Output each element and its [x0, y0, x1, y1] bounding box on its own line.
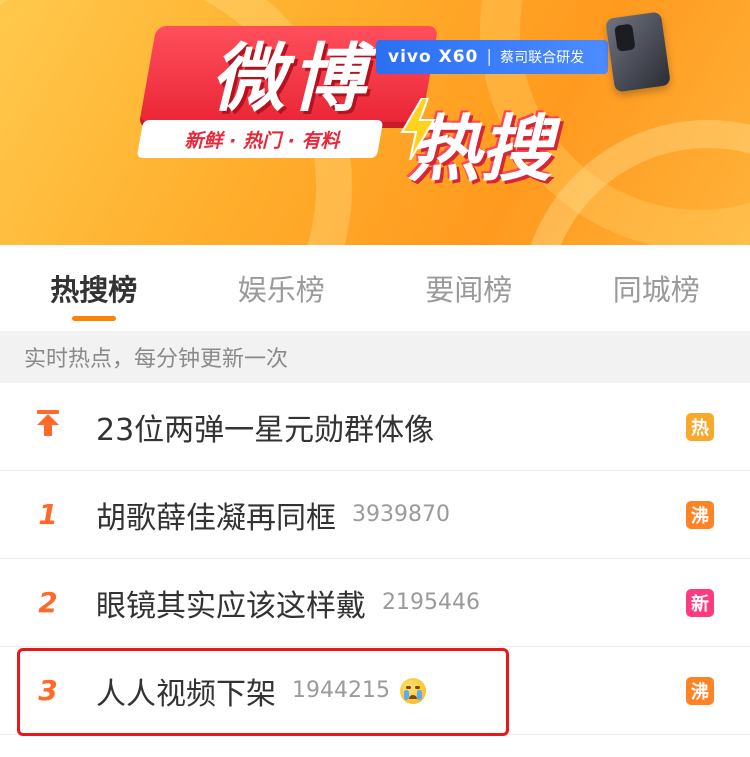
phone-icon [605, 11, 671, 93]
tab-label: 娱乐榜 [237, 273, 325, 307]
refresh-info-bar: 实时热点，每分钟更新一次 [0, 331, 750, 383]
hot-search-banner: 微博 新鲜 · 热门 · 有料 热搜 vivo X60 | 蔡司联合研发 [0, 0, 750, 245]
refresh-info-text: 实时热点，每分钟更新一次 [24, 347, 289, 372]
item-title: 胡歌薛佳凝再同框 [96, 500, 336, 536]
sponsor-collab-text: 蔡司联合研发 [500, 50, 585, 66]
item-count: 2195446 [382, 590, 480, 615]
lightning-icon [400, 98, 436, 160]
active-tab-indicator [71, 316, 116, 321]
list-item[interactable]: 23位两弹一星元勋群体像 热 [0, 383, 750, 471]
tab-news[interactable]: 要闻榜 [375, 245, 563, 331]
item-count: 3939870 [352, 502, 450, 527]
hot-search-list: 23位两弹一星元勋群体像 热 1 胡歌薛佳凝再同框 3939870 沸 2 眼镜… [0, 383, 750, 735]
boiling-badge: 沸 [686, 500, 714, 529]
sponsor-banner[interactable]: vivo X60 | 蔡司联合研发 [376, 40, 608, 74]
sponsor-brand: vivo X60 [388, 47, 479, 67]
list-item[interactable]: 3 人人视频下架 1944215 沸 [0, 647, 750, 735]
hot-badge: 热 [686, 412, 714, 441]
slogan-text: 新鲜 · 热门 · 有料 [184, 129, 340, 152]
rank-number: 3 [38, 674, 58, 707]
tab-local[interactable]: 同城榜 [563, 245, 750, 331]
sponsor-separator: | [486, 47, 493, 67]
item-title: 眼镜其实应该这样戴 [96, 588, 366, 624]
rank-number: 2 [38, 586, 58, 619]
hot-search-title: 热搜 [407, 106, 552, 191]
pinned-rank [0, 409, 96, 444]
tab-label: 要闻榜 [425, 273, 513, 307]
list-item[interactable]: 1 胡歌薛佳凝再同框 3939870 沸 [0, 471, 750, 559]
pin-icon [37, 410, 59, 436]
ranking-tabs: 热搜榜 娱乐榜 要闻榜 同城榜 [0, 245, 750, 332]
tab-hot-search[interactable]: 热搜榜 [0, 245, 188, 331]
item-title: 人人视频下架 [96, 676, 276, 712]
boiling-badge: 沸 [686, 676, 714, 705]
item-title: 23位两弹一星元勋群体像 [96, 412, 435, 448]
new-badge: 新 [686, 588, 714, 617]
tab-entertainment[interactable]: 娱乐榜 [188, 245, 376, 331]
list-item[interactable]: 2 眼镜其实应该这样戴 2195446 新 [0, 559, 750, 647]
tab-label: 同城榜 [612, 273, 700, 307]
rank-number: 1 [38, 498, 58, 531]
item-count: 1944215 [292, 678, 390, 703]
tab-label: 热搜榜 [50, 273, 138, 307]
crying-emoji-icon [399, 677, 426, 704]
